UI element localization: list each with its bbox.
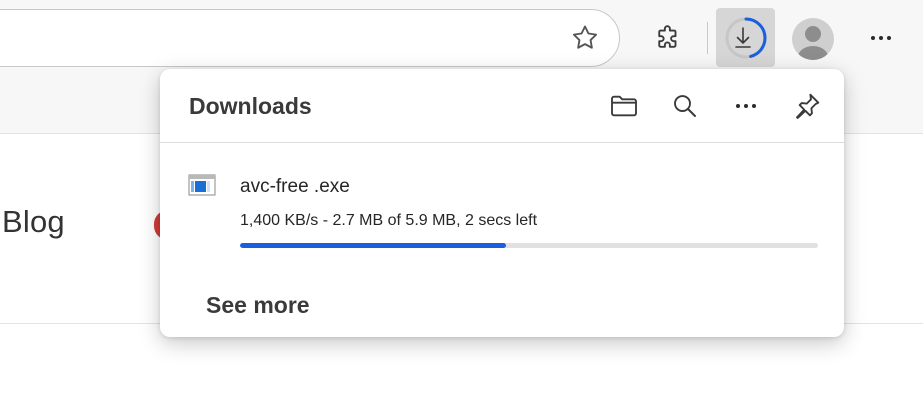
downloads-title: Downloads xyxy=(189,93,312,119)
see-more-link[interactable]: See more xyxy=(206,292,310,319)
open-downloads-folder-button[interactable] xyxy=(606,88,642,124)
download-arrow-icon xyxy=(722,14,770,62)
browser-toolbar xyxy=(0,0,923,76)
browser-window: Blog Downloads avc-free .exe 1,400 KB/s … xyxy=(0,0,923,400)
favorite-button[interactable] xyxy=(566,19,604,57)
more-options-icon xyxy=(731,91,761,121)
search-icon xyxy=(670,91,700,121)
downloads-flyout: Downloads avc-free .exe 1,400 KB/s - 2.7… xyxy=(160,69,844,337)
toolbar-separator xyxy=(707,22,708,54)
ellipsis-icon xyxy=(866,23,896,53)
person-avatar-icon xyxy=(791,17,835,61)
pin-icon xyxy=(791,90,823,122)
downloads-more-options-button[interactable] xyxy=(728,88,764,124)
address-bar[interactable] xyxy=(0,9,620,67)
download-progress-bar xyxy=(240,243,818,248)
blog-nav-link[interactable]: Blog xyxy=(2,204,65,240)
exe-file-icon xyxy=(188,174,216,196)
folder-icon xyxy=(608,90,640,122)
extensions-button[interactable] xyxy=(647,17,689,59)
download-item[interactable]: avc-free .exe 1,400 KB/s - 2.7 MB of 5.9… xyxy=(160,159,844,259)
pin-downloads-button[interactable] xyxy=(789,88,825,124)
settings-more-button[interactable] xyxy=(860,17,902,59)
downloads-button[interactable] xyxy=(716,8,775,67)
puzzle-piece-icon xyxy=(653,23,683,53)
profile-button[interactable] xyxy=(789,15,837,63)
download-status: 1,400 KB/s - 2.7 MB of 5.9 MB, 2 secs le… xyxy=(240,212,538,229)
download-progress-fill xyxy=(240,243,506,248)
star-outline-icon xyxy=(570,23,600,53)
search-downloads-button[interactable] xyxy=(667,88,703,124)
download-file-name[interactable]: avc-free .exe xyxy=(240,176,350,198)
downloads-header: Downloads xyxy=(160,69,844,143)
